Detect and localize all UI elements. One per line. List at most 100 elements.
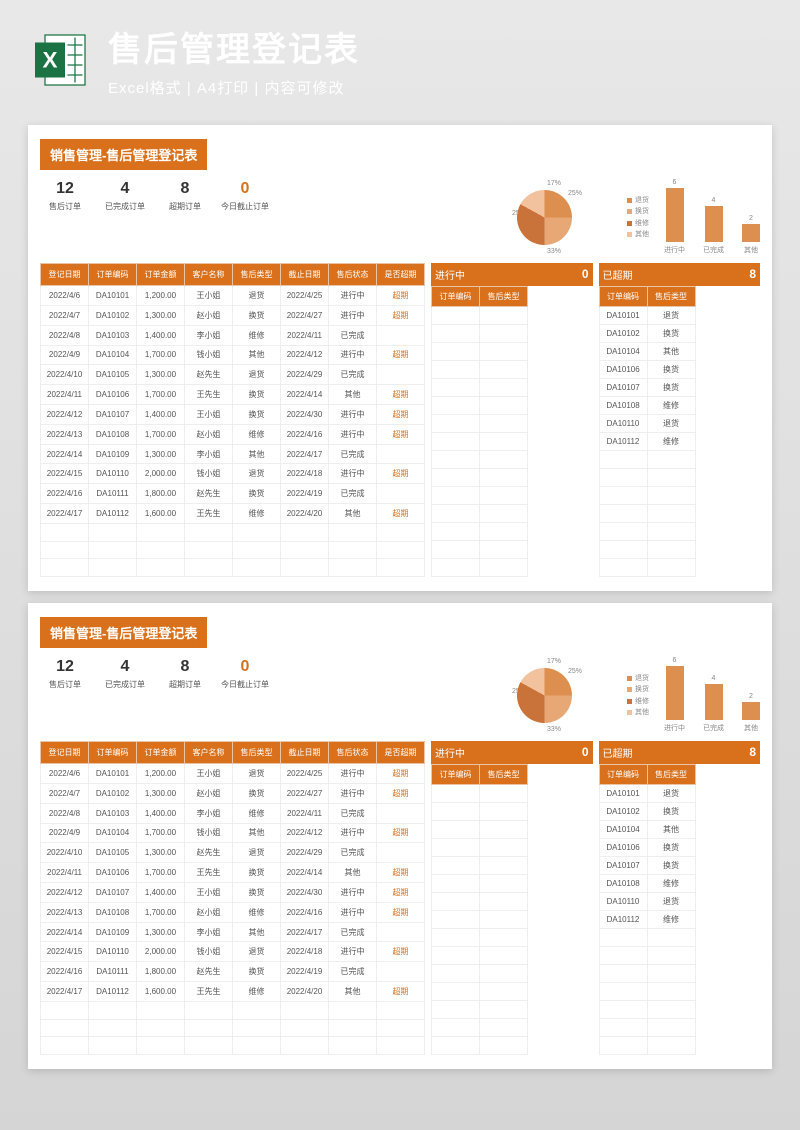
table-cell [377,962,425,982]
table-cell: 超期 [377,464,425,484]
table-cell: 超期 [377,305,425,325]
table-cell: 2022/4/7 [41,783,89,803]
table-cell [480,415,528,433]
table-cell [432,983,480,1001]
table-cell: 钱小姐 [185,345,233,365]
stat-number: 12 [40,180,90,198]
table-cell [480,1001,528,1019]
table-cell: 退货 [233,365,281,385]
table-cell: 1,700.00 [137,823,185,843]
column-header: 截止日期 [281,264,329,286]
column-header: 售后状态 [329,742,377,764]
table-row [432,857,528,875]
table-row: 2022/4/16DA101111,800.00赵先生换货2022/4/19已完… [41,962,425,982]
table-cell [432,505,480,523]
sheet-title: 销售管理-售后管理登记表 [40,617,207,648]
table-cell [329,523,377,541]
table-row [599,1001,695,1019]
table-cell [480,839,528,857]
table-row: DA10112维修 [599,433,695,451]
table-cell: 2022/4/18 [281,464,329,484]
table-row [41,1037,425,1055]
table-cell: 进行中 [329,286,377,306]
side-header: 进行中0 [431,263,593,286]
table-cell: 2022/4/14 [41,922,89,942]
column-header: 客户名称 [185,264,233,286]
table-cell [432,523,480,541]
table-row: DA10104其他 [599,821,695,839]
table-cell: 2022/4/25 [281,764,329,784]
table-row [432,1019,528,1037]
table-row [432,523,528,541]
stats-row: 12售后订单4已完成订单8超期订单0今日截止订单 17% 25% 25% 33%… [40,658,760,733]
table-cell: DA10110 [599,415,647,433]
table-cell: 王小姐 [185,286,233,306]
table-cell: 维修 [233,424,281,444]
table-row: DA10106换货 [599,839,695,857]
table-cell: 2022/4/9 [41,345,89,365]
table-cell: 1,300.00 [137,843,185,863]
table-cell: 1,300.00 [137,783,185,803]
table-cell: 换货 [647,839,695,857]
table-cell [329,559,377,577]
table-row [599,487,695,505]
table-cell: DA10102 [599,325,647,343]
table-cell: 王小姐 [185,405,233,425]
charts-area: 17% 25% 25% 33% 退货换货维修其他 6进行中4已完成2其他 [517,180,760,255]
table-row [432,451,528,469]
table-cell: DA10112 [89,504,137,524]
bar-chart: 6进行中4已完成2其他 [664,180,760,255]
table-cell: 退货 [233,942,281,962]
table-cell: DA10107 [599,379,647,397]
table-row: 2022/4/10DA101051,300.00赵先生退货2022/4/29已完… [41,843,425,863]
table-cell [377,1019,425,1037]
table-cell: DA10102 [89,305,137,325]
table-row: 2022/4/13DA101081,700.00赵小姐维修2022/4/16进行… [41,902,425,922]
table-cell: 钱小姐 [185,464,233,484]
table-row: 2022/4/17DA101121,600.00王先生维修2022/4/20其他… [41,504,425,524]
table-row: 2022/4/9DA101041,700.00钱小姐其他2022/4/12进行中… [41,345,425,365]
table-cell: 2022/4/17 [41,982,89,1002]
table-row [599,541,695,559]
table-cell: 进行中 [329,305,377,325]
table-cell [41,1019,89,1037]
table-cell [233,541,281,559]
table-cell [647,929,695,947]
table-cell: DA10101 [89,764,137,784]
table-row: 2022/4/17DA101121,600.00王先生维修2022/4/20其他… [41,982,425,1002]
table-cell [185,1019,233,1037]
table-cell [647,541,695,559]
table-cell [329,1001,377,1019]
table-cell: 2022/4/9 [41,823,89,843]
table-cell [377,1001,425,1019]
table-cell: 1,300.00 [137,444,185,464]
table-cell: 1,400.00 [137,405,185,425]
main-table: 登记日期订单编码订单金额客户名称售后类型截止日期售后状态是否超期2022/4/6… [40,263,425,577]
table-cell: 1,400.00 [137,325,185,345]
table-row [599,559,695,577]
bar-item: 6进行中 [664,657,685,733]
table-row: 2022/4/10DA101051,300.00赵先生退货2022/4/29已完… [41,365,425,385]
table-row: DA10110退货 [599,415,695,433]
table-cell: 已完成 [329,922,377,942]
table-row: 2022/4/15DA101102,000.00钱小姐退货2022/4/18进行… [41,464,425,484]
table-cell [480,875,528,893]
table-cell: DA10108 [89,902,137,922]
stat-label: 售后订单 [40,679,90,690]
table-row [432,307,528,325]
table-cell: 2022/4/25 [281,286,329,306]
table-cell: 已完成 [329,325,377,345]
table-cell [137,523,185,541]
column-header: 订单金额 [137,742,185,764]
column-header: 售后类型 [647,287,695,307]
column-header: 售后类型 [233,742,281,764]
stat-box: 4已完成订单 [100,180,150,212]
table-cell: DA10111 [89,484,137,504]
table-cell [185,1001,233,1019]
table-cell [599,505,647,523]
table-cell: 李小姐 [185,444,233,464]
table-cell [137,1037,185,1055]
table-cell [233,559,281,577]
table-row: DA10104其他 [599,343,695,361]
table-cell: 换货 [647,325,695,343]
